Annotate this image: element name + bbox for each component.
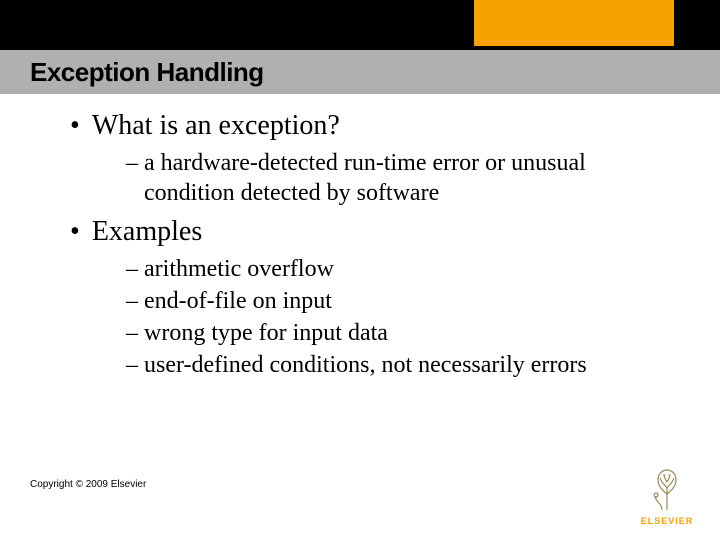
sub-bullet-item: – a hardware-detected run-time error or … — [126, 148, 680, 208]
sub-bullet-text: arithmetic overflow — [144, 254, 334, 284]
copyright-text: Copyright © 2009 Elsevier — [30, 479, 146, 490]
sub-bullet-marker: – — [126, 286, 138, 316]
elsevier-tree-icon — [640, 460, 694, 514]
sub-bullet-item: – user-defined conditions, not necessari… — [126, 350, 680, 380]
sub-bullet-text: user-defined conditions, not necessarily… — [144, 350, 587, 380]
title-bar: Exception Handling — [0, 50, 720, 94]
slide-content: • What is an exception? – a hardware-det… — [50, 108, 680, 382]
bullet-text: Examples — [92, 214, 202, 250]
slide-title: Exception Handling — [30, 57, 264, 88]
bullet-item: • What is an exception? — [50, 108, 680, 144]
publisher-logo-label: ELSEVIER — [632, 516, 702, 526]
sub-bullet-item: – end-of-file on input — [126, 286, 680, 316]
sub-bullet-marker: – — [126, 318, 138, 348]
sub-bullet-item: – arithmetic overflow — [126, 254, 680, 284]
sub-bullet-item: – wrong type for input data — [126, 318, 680, 348]
bullet-item: • Examples — [50, 214, 680, 250]
sub-bullet-text: wrong type for input data — [144, 318, 388, 348]
sub-bullet-marker: – — [126, 254, 138, 284]
sub-bullet-marker: – — [126, 350, 138, 380]
header-orange-block — [474, 0, 674, 46]
publisher-logo: ELSEVIER — [632, 460, 702, 526]
sub-bullet-marker: – — [126, 148, 138, 178]
bullet-marker: • — [70, 108, 80, 144]
bullet-text: What is an exception? — [92, 108, 340, 144]
bullet-marker: • — [70, 214, 80, 250]
sub-bullet-text: end-of-file on input — [144, 286, 332, 316]
sub-bullet-text: a hardware-detected run-time error or un… — [144, 148, 674, 208]
